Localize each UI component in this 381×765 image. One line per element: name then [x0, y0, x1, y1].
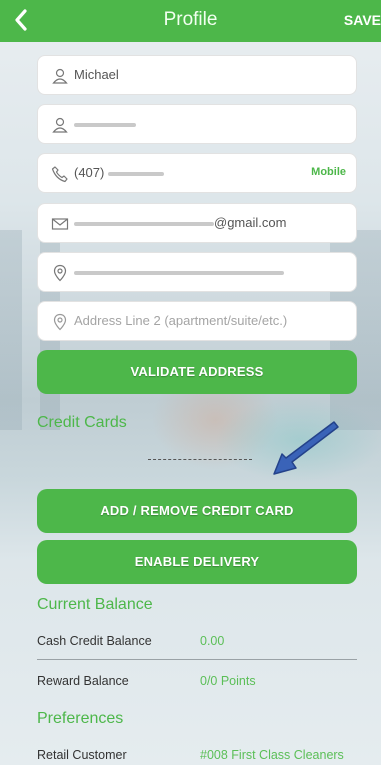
validate-address-button[interactable]: VALIDATE ADDRESS [37, 350, 357, 394]
balance-divider [37, 659, 357, 660]
location-pin-icon [53, 313, 67, 331]
phone-value: (407) [74, 165, 164, 180]
person-icon [52, 117, 68, 133]
preferences-heading: Preferences [37, 710, 124, 727]
page-title: Profile [163, 9, 218, 30]
current-balance-heading: Current Balance [37, 596, 153, 613]
cash-credit-balance-label: Cash Credit Balance [37, 634, 152, 648]
last-name-value-redacted [74, 116, 136, 131]
reward-balance-value: 0/0 Points [200, 674, 256, 688]
reward-balance-label: Reward Balance [37, 674, 129, 688]
pointer-arrow-icon [273, 421, 339, 475]
address-line-1-field[interactable] [37, 252, 357, 292]
email-domain: @gmail.com [214, 215, 287, 230]
location-pin-icon [53, 264, 67, 282]
retail-customer-label: Retail Customer [37, 748, 127, 762]
cash-credit-balance-value: 0.00 [200, 634, 225, 648]
retail-customer-value[interactable]: #008 First Class Cleaners [200, 748, 344, 762]
phone-area-code: (407) [74, 165, 105, 180]
person-icon [52, 68, 68, 84]
address-line-2-field[interactable]: Address Line 2 (apartment/suite/etc.) [37, 301, 357, 341]
save-button[interactable]: SAVE [344, 12, 381, 28]
first-name-field[interactable]: Michael [37, 55, 357, 95]
address-line-1-redacted [74, 264, 284, 279]
email-value: @gmail.com [74, 215, 286, 230]
app-header: Profile SAVE [0, 0, 381, 42]
email-field[interactable]: @gmail.com [37, 203, 357, 243]
address-line-2-placeholder: Address Line 2 (apartment/suite/etc.) [74, 313, 288, 328]
envelope-icon [51, 218, 69, 230]
phone-type-label[interactable]: Mobile [311, 166, 346, 178]
credit-card-empty-divider [148, 459, 252, 460]
add-remove-credit-card-button[interactable]: ADD / REMOVE CREDIT CARD [37, 489, 357, 533]
first-name-value: Michael [74, 67, 119, 82]
phone-field[interactable]: (407) Mobile [37, 153, 357, 193]
credit-cards-heading: Credit Cards [37, 414, 127, 431]
last-name-field[interactable] [37, 104, 357, 144]
phone-icon [51, 166, 68, 183]
enable-delivery-button[interactable]: ENABLE DELIVERY [37, 540, 357, 584]
